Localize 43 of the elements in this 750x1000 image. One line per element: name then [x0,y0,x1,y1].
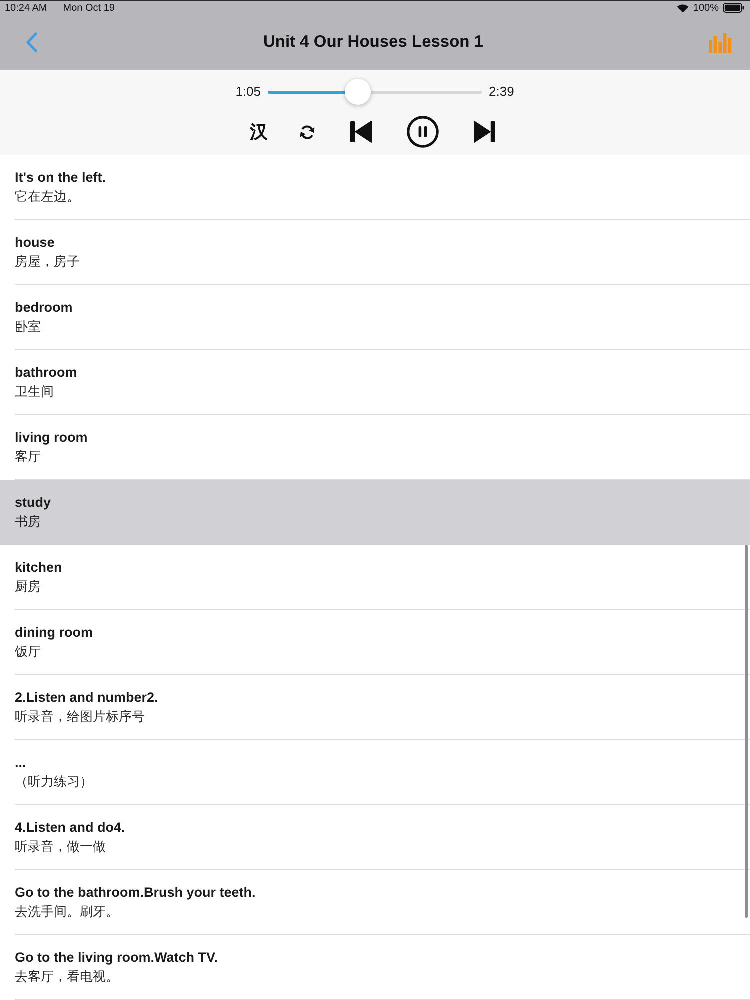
english-text: bathroom [15,365,78,380]
english-text: 4.Listen and do4. [15,820,126,835]
chinese-text: 饭厅 [15,644,41,659]
chinese-text: 卧室 [15,319,41,334]
status-date: Mon Oct 19 [63,2,115,14]
battery-percent: 100% [693,2,719,14]
english-text: 2.Listen and number2. [15,690,158,705]
equalizer-icon [709,32,732,53]
screen-title: Unit 4 Our Houses Lesson 1 [263,32,484,54]
total-time: 2:39 [489,83,514,102]
english-text: house [15,235,55,250]
english-text: It's on the left. [15,170,106,185]
elapsed-time: 1:05 [236,83,261,102]
chinese-text: 卫生间 [15,384,54,399]
slider-thumb[interactable] [344,79,371,105]
chinese-text: 听录音，给图片标序号 [15,709,145,724]
english-text: living room [15,430,88,445]
english-text: Go to the bathroom.Brush your teeth. [15,885,256,900]
chinese-toggle-button[interactable]: 汉 [244,116,274,148]
chinese-text: 听录音，做一做 [15,839,106,854]
english-text: bedroom [15,300,73,315]
english-text: Go to the living room.Watch TV. [15,950,218,965]
pause-icon [407,116,439,148]
chinese-text: （听力练习） [15,774,93,789]
english-text: study [15,495,52,510]
english-text: ... [15,755,26,770]
sentence-row[interactable]: study 书房 [0,480,750,545]
chinese-text: 去洗手间。刷牙。 [15,904,119,919]
back-icon [26,32,38,53]
chinese-text: 它在左边。 [15,189,80,204]
status-time: 10:24 AM [5,2,48,14]
repeat-icon [298,124,316,140]
chinese-text: 房屋，房子 [15,254,80,269]
skip-back-icon [350,121,372,143]
chinese-text: 客厅 [15,449,41,464]
wifi-icon [677,4,690,12]
chinese-text: 厨房 [15,579,41,594]
chinese-text: 书房 [15,514,41,529]
english-text: kitchen [15,560,62,575]
skip-forward-icon [474,121,496,143]
battery-icon [723,3,745,13]
english-text: dining room [15,625,93,640]
chinese-text: 去客厅，看电视。 [15,969,119,984]
